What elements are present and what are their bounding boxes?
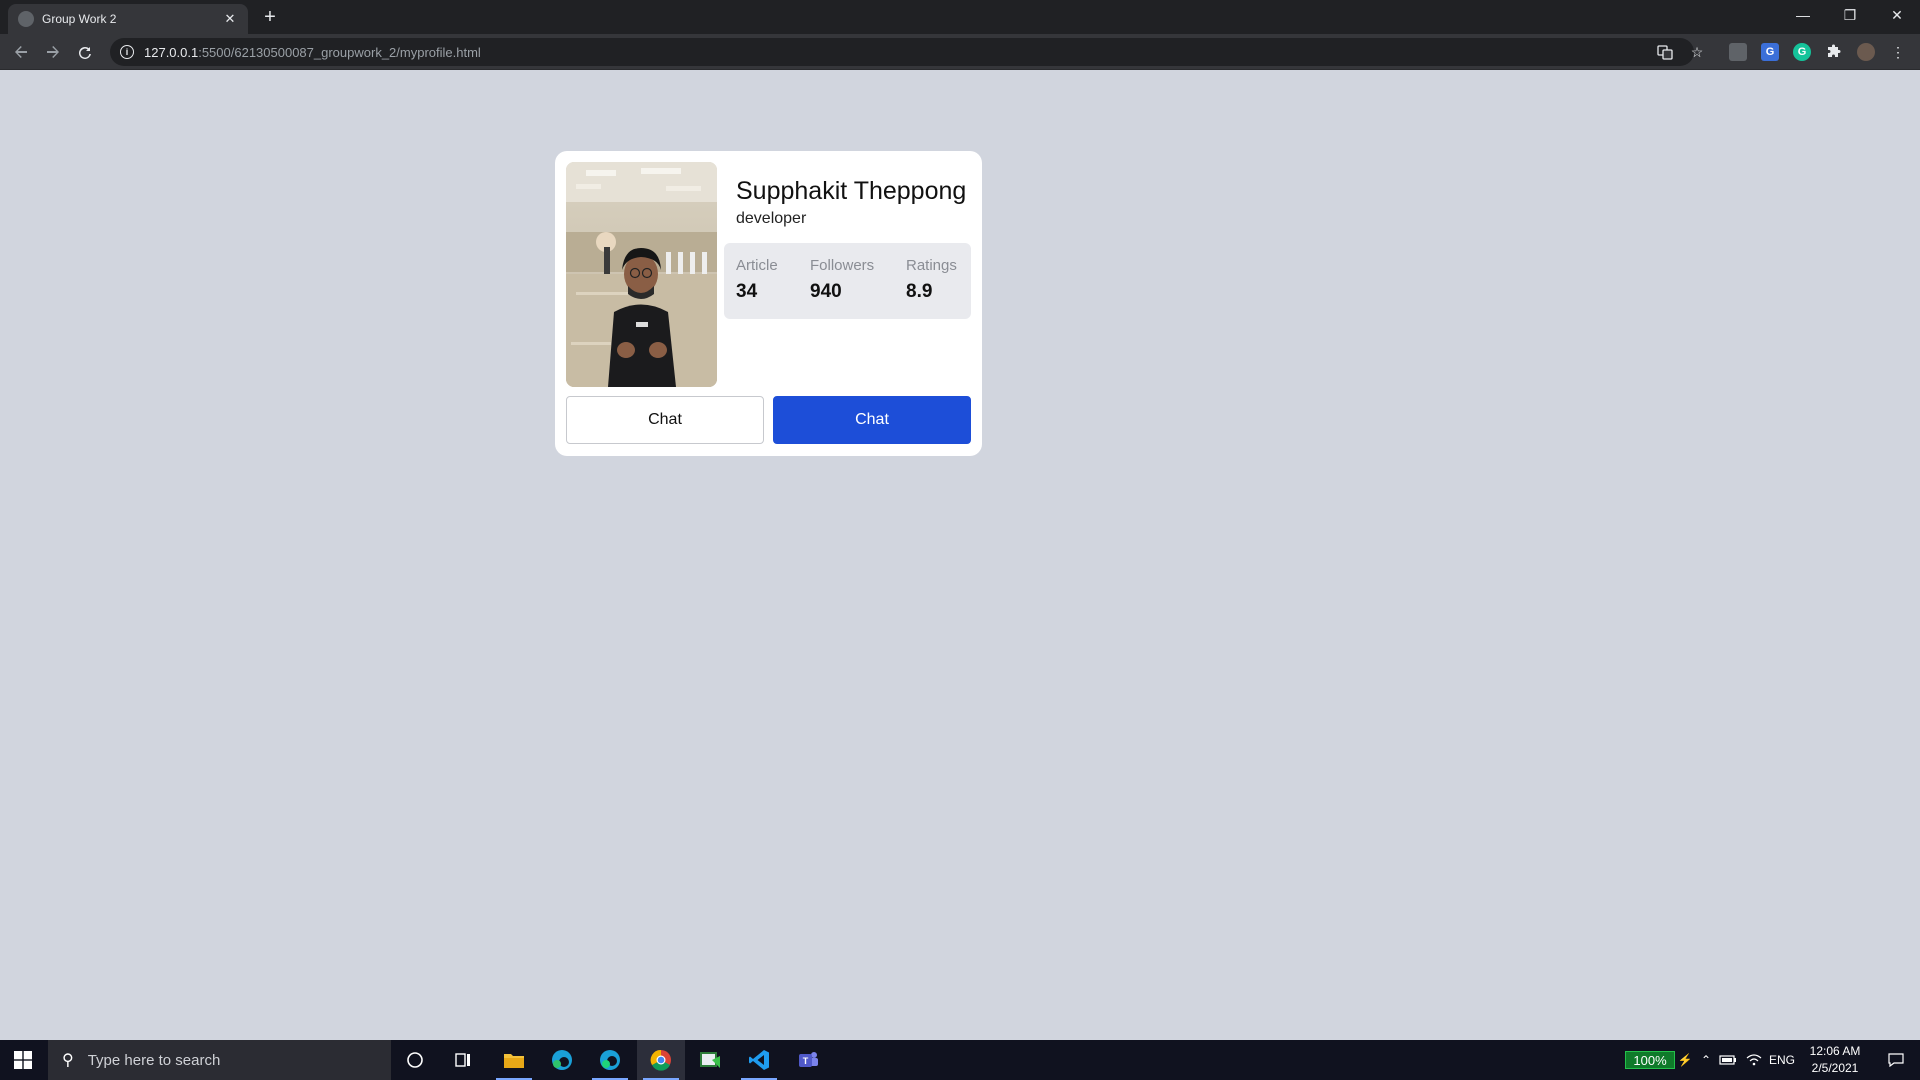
- language-indicator[interactable]: ENG: [1766, 1040, 1798, 1080]
- chat-primary-button[interactable]: Chat: [773, 396, 971, 444]
- taskbar-clock[interactable]: 12:06 AM 2/5/2021: [1800, 1043, 1870, 1077]
- browser-toolbar: i 127.0.0.1:5500/62130500087_groupwork_2…: [0, 34, 1920, 70]
- stat-label: Followers: [810, 257, 875, 274]
- chrome-icon: [650, 1049, 671, 1071]
- info-icon[interactable]: i: [120, 45, 134, 59]
- battery-percent-badge: 100%: [1625, 1051, 1675, 1069]
- minimize-button[interactable]: —: [1780, 0, 1826, 30]
- new-tab-button[interactable]: +: [258, 6, 282, 30]
- puzzle-icon[interactable]: [1825, 43, 1843, 61]
- folder-icon: [504, 1054, 524, 1068]
- tab-close-icon[interactable]: ✕: [222, 11, 238, 27]
- reload-icon: [78, 47, 91, 60]
- extension-icon[interactable]: [1729, 43, 1747, 61]
- taskbar: ⚲ Type here to search T 100% ⚡ ⌃ ENG 12:…: [0, 1040, 1920, 1080]
- taskbar-media-app[interactable]: [686, 1040, 734, 1080]
- power-plug-icon[interactable]: ⚡: [1677, 1040, 1693, 1080]
- url-text: 127.0.0.1:5500/62130500087_groupwork_2/m…: [144, 45, 481, 60]
- cortana-icon: [407, 1052, 423, 1068]
- stat-label: Article: [736, 257, 778, 274]
- media-app-icon: [700, 1052, 720, 1068]
- edge-icon: [552, 1050, 572, 1070]
- back-button[interactable]: [9, 40, 33, 64]
- browser-tab[interactable]: Group Work 2 ✕: [8, 4, 248, 34]
- notification-center-button[interactable]: [1876, 1040, 1916, 1080]
- chat-outline-button[interactable]: Chat: [566, 396, 764, 444]
- taskbar-chrome[interactable]: [637, 1040, 685, 1080]
- address-bar[interactable]: i 127.0.0.1:5500/62130500087_groupwork_2…: [110, 38, 1694, 66]
- more-vert-icon[interactable]: ⋮: [1889, 43, 1907, 61]
- arrow-left-icon: [15, 46, 27, 58]
- clock-time: 12:06 AM: [1809, 1044, 1861, 1058]
- stat-label: Ratings: [906, 257, 957, 274]
- vscode-icon: [749, 1050, 769, 1070]
- profile-card: Supphakit Theppong developer Article 34 …: [555, 151, 982, 456]
- globe-icon: [18, 11, 34, 27]
- taskbar-teams[interactable]: T: [784, 1040, 832, 1080]
- taskbar-edge-dev[interactable]: [586, 1040, 634, 1080]
- search-icon: ⚲: [62, 1052, 74, 1069]
- browser-tab-bar: Group Work 2 ✕ + — ❐ ✕: [0, 0, 1920, 34]
- taskbar-edge[interactable]: [538, 1040, 586, 1080]
- svg-text:T: T: [803, 1056, 809, 1066]
- windows-start-button[interactable]: [0, 1040, 46, 1080]
- stats-panel: Article 34 Followers 940 Ratings 8.9: [724, 243, 971, 319]
- translate-extension-icon[interactable]: G: [1761, 43, 1779, 61]
- arrow-right-icon: [47, 46, 59, 58]
- taskbar-search-box[interactable]: ⚲ Type here to search: [48, 1040, 391, 1080]
- url-path: :5500/62130500087_groupwork_2/myprofile.…: [198, 44, 481, 60]
- grammarly-icon[interactable]: G: [1793, 43, 1811, 61]
- star-icon[interactable]: ☆: [1688, 43, 1706, 61]
- battery-icon[interactable]: [1718, 1040, 1738, 1080]
- profile-role: developer: [736, 210, 807, 227]
- translate-icon[interactable]: [1656, 43, 1674, 61]
- stat-followers: Followers 940: [810, 257, 874, 303]
- windows-logo-icon: [14, 1051, 32, 1069]
- close-window-button[interactable]: ✕: [1874, 0, 1920, 30]
- edge-dev-icon: [600, 1050, 620, 1070]
- profile-name: Supphakit Theppong: [736, 177, 967, 205]
- stat-value: 34: [736, 281, 758, 302]
- profile-photo: [566, 162, 717, 387]
- taskbar-vscode[interactable]: [735, 1040, 783, 1080]
- notification-icon: [1888, 1053, 1904, 1067]
- reload-button[interactable]: [73, 40, 97, 64]
- tab-title: Group Work 2: [42, 12, 117, 26]
- stat-ratings: Ratings 8.9: [906, 257, 957, 303]
- teams-icon: T: [799, 1052, 818, 1067]
- stat-value: 8.9: [906, 281, 933, 302]
- profile-avatar-icon[interactable]: [1857, 43, 1875, 61]
- restore-button[interactable]: ❐: [1827, 0, 1873, 30]
- clock-date: 2/5/2021: [1811, 1061, 1859, 1075]
- taskbar-file-explorer[interactable]: [490, 1040, 538, 1080]
- search-placeholder: Type here to search: [87, 1051, 221, 1069]
- forward-button[interactable]: [41, 40, 65, 64]
- url-host: 127.0.0.1: [144, 44, 199, 60]
- stat-article: Article 34: [736, 257, 778, 303]
- chevron-up-icon[interactable]: ⌃: [1697, 1040, 1715, 1080]
- task-view-icon: [455, 1053, 470, 1067]
- task-view-button[interactable]: [439, 1040, 487, 1080]
- cortana-button[interactable]: [391, 1040, 439, 1080]
- wifi-icon[interactable]: [1744, 1040, 1764, 1080]
- stat-value: 940: [810, 281, 842, 302]
